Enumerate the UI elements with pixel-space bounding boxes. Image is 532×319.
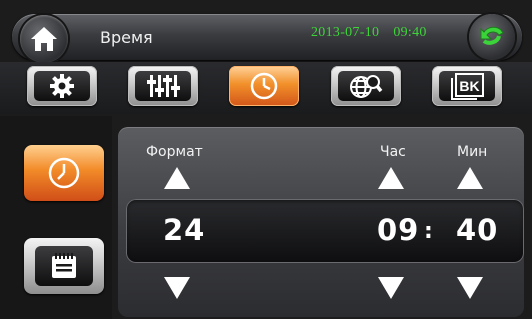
home-icon xyxy=(31,27,57,51)
format-value: 24 xyxy=(163,213,206,247)
hour-value: 09 xyxy=(377,213,420,247)
calendar-button[interactable] xyxy=(24,238,104,294)
back-button[interactable] xyxy=(469,14,515,60)
triangle-up-icon xyxy=(457,167,483,189)
home-button[interactable] xyxy=(20,15,68,63)
globe-search-icon xyxy=(350,75,383,98)
triangle-down-icon xyxy=(378,277,404,299)
hour-up-button[interactable] xyxy=(377,166,405,190)
current-time: 09:40 xyxy=(393,25,427,40)
calendar-icon xyxy=(52,253,76,278)
triangle-up-icon xyxy=(164,167,190,189)
time-separator: : xyxy=(424,219,433,244)
format-up-button[interactable] xyxy=(163,166,191,190)
minute-label: Мин xyxy=(457,144,488,160)
triangle-down-icon xyxy=(164,277,190,299)
bk-text-icon: BK xyxy=(451,73,484,100)
clock-icon xyxy=(250,72,278,100)
tab-general-settings[interactable] xyxy=(27,66,97,106)
tab-audio-equalizer[interactable] xyxy=(128,66,198,106)
tab-navigation-search[interactable] xyxy=(331,66,401,106)
clock-settings-button[interactable] xyxy=(24,145,104,201)
format-down-button[interactable] xyxy=(163,276,191,300)
tab-bk[interactable]: BK xyxy=(432,66,502,106)
clock-icon xyxy=(48,157,80,189)
datetime-display: 2013-07-10 09:40 xyxy=(311,25,441,41)
triangle-down-icon xyxy=(457,277,483,299)
title-bar xyxy=(12,14,522,60)
current-date: 2013-07-10 xyxy=(311,25,380,40)
minute-value: 40 xyxy=(456,213,499,247)
gear-icon xyxy=(50,74,74,98)
triangle-up-icon xyxy=(378,167,404,189)
hour-down-button[interactable] xyxy=(377,276,405,300)
minute-down-button[interactable] xyxy=(456,276,484,300)
format-label: Формат xyxy=(146,144,203,160)
minute-up-button[interactable] xyxy=(456,166,484,190)
hour-label: Час xyxy=(380,144,406,160)
bk-label: BK xyxy=(459,78,479,94)
equalizer-icon xyxy=(147,75,180,97)
tab-time[interactable] xyxy=(229,66,299,106)
back-arrow-icon xyxy=(480,26,504,45)
page-title: Время xyxy=(100,28,153,47)
